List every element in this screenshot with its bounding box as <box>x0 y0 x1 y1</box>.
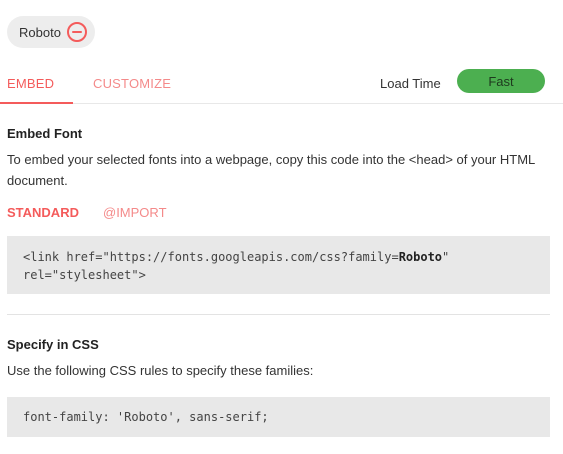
tab-bar: EMBED CUSTOMIZE Load Time Fast <box>0 62 563 104</box>
subtab-import[interactable]: @IMPORT <box>103 205 167 220</box>
subtab-standard[interactable]: STANDARD <box>7 205 79 220</box>
active-tab-indicator <box>0 102 73 104</box>
tab-embed[interactable]: EMBED <box>7 62 54 104</box>
minus-circle-icon[interactable] <box>67 22 87 42</box>
embed-code-box[interactable]: <link href="https://fonts.googleapis.com… <box>7 236 550 294</box>
section-divider <box>7 314 550 315</box>
embed-code-family: Roboto <box>398 250 443 264</box>
font-embed-panel: Roboto EMBED CUSTOMIZE Load Time Fast Em… <box>0 0 563 454</box>
css-title: Specify in CSS <box>7 337 99 352</box>
embed-font-title: Embed Font <box>7 126 83 141</box>
tab-customize[interactable]: CUSTOMIZE <box>93 62 171 104</box>
embed-code-prefix: <link href="https://fonts.googleapis.com… <box>23 250 399 264</box>
css-code-box[interactable]: font-family: 'Roboto', sans-serif; <box>7 397 550 437</box>
load-time-badge: Fast <box>457 69 545 93</box>
embed-font-description: To embed your selected fonts into a webp… <box>7 152 535 188</box>
selected-font-chip: Roboto <box>7 16 95 48</box>
load-time-label: Load Time <box>380 75 441 91</box>
chip-label: Roboto <box>19 24 61 40</box>
css-code: font-family: 'Roboto', sans-serif; <box>23 410 269 424</box>
css-description: Use the following CSS rules to specify t… <box>7 363 314 378</box>
